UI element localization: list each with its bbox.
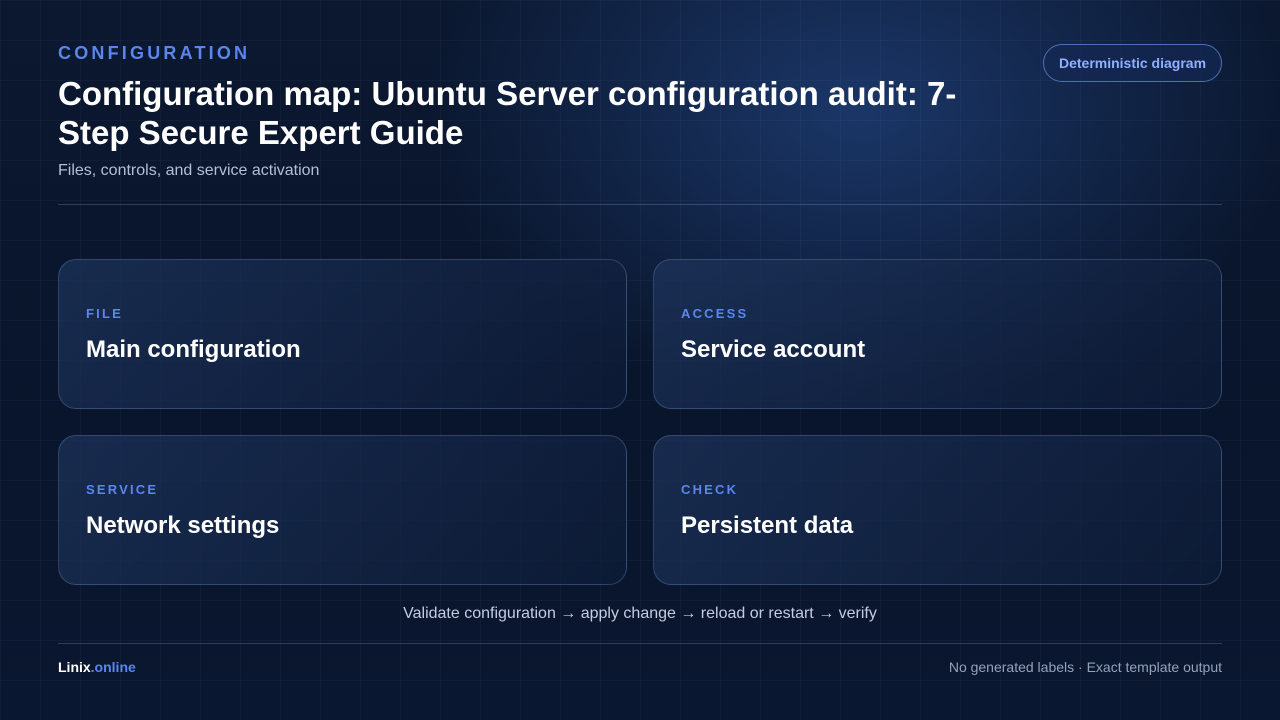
brand-suffix: .online	[90, 659, 136, 675]
card-kicker: FILE	[86, 306, 123, 321]
header-divider	[58, 204, 1222, 205]
section-eyebrow: CONFIGURATION	[58, 43, 251, 63]
card-kicker: CHECK	[681, 482, 739, 497]
card-file: FILE Main configuration	[58, 259, 627, 409]
card-heading: Service account	[681, 336, 866, 363]
card-kicker: ACCESS	[681, 306, 749, 321]
footer-divider	[58, 643, 1222, 644]
page-subtitle: Files, controls, and service activation	[58, 162, 320, 179]
card-service: SERVICE Network settings	[58, 435, 627, 585]
workflow-steps: Validate configuration → apply change → …	[403, 605, 877, 622]
footer-note: No generated labels · Exact template out…	[948, 659, 1222, 675]
brand-logo[interactable]: Linix.online	[58, 659, 136, 675]
card-kicker: SERVICE	[86, 482, 159, 497]
card-check: CHECK Persistent data	[653, 435, 1222, 585]
card-access: ACCESS Service account	[653, 259, 1222, 409]
card-heading: Network settings	[86, 512, 280, 539]
card-heading: Main configuration	[86, 336, 301, 363]
brand-name: Linix	[58, 659, 91, 675]
card-heading: Persistent data	[681, 512, 854, 539]
page-title: Configuration map: Ubuntu Server configu…	[58, 75, 957, 151]
deterministic-diagram-badge: Deterministic diagram	[1043, 44, 1222, 82]
